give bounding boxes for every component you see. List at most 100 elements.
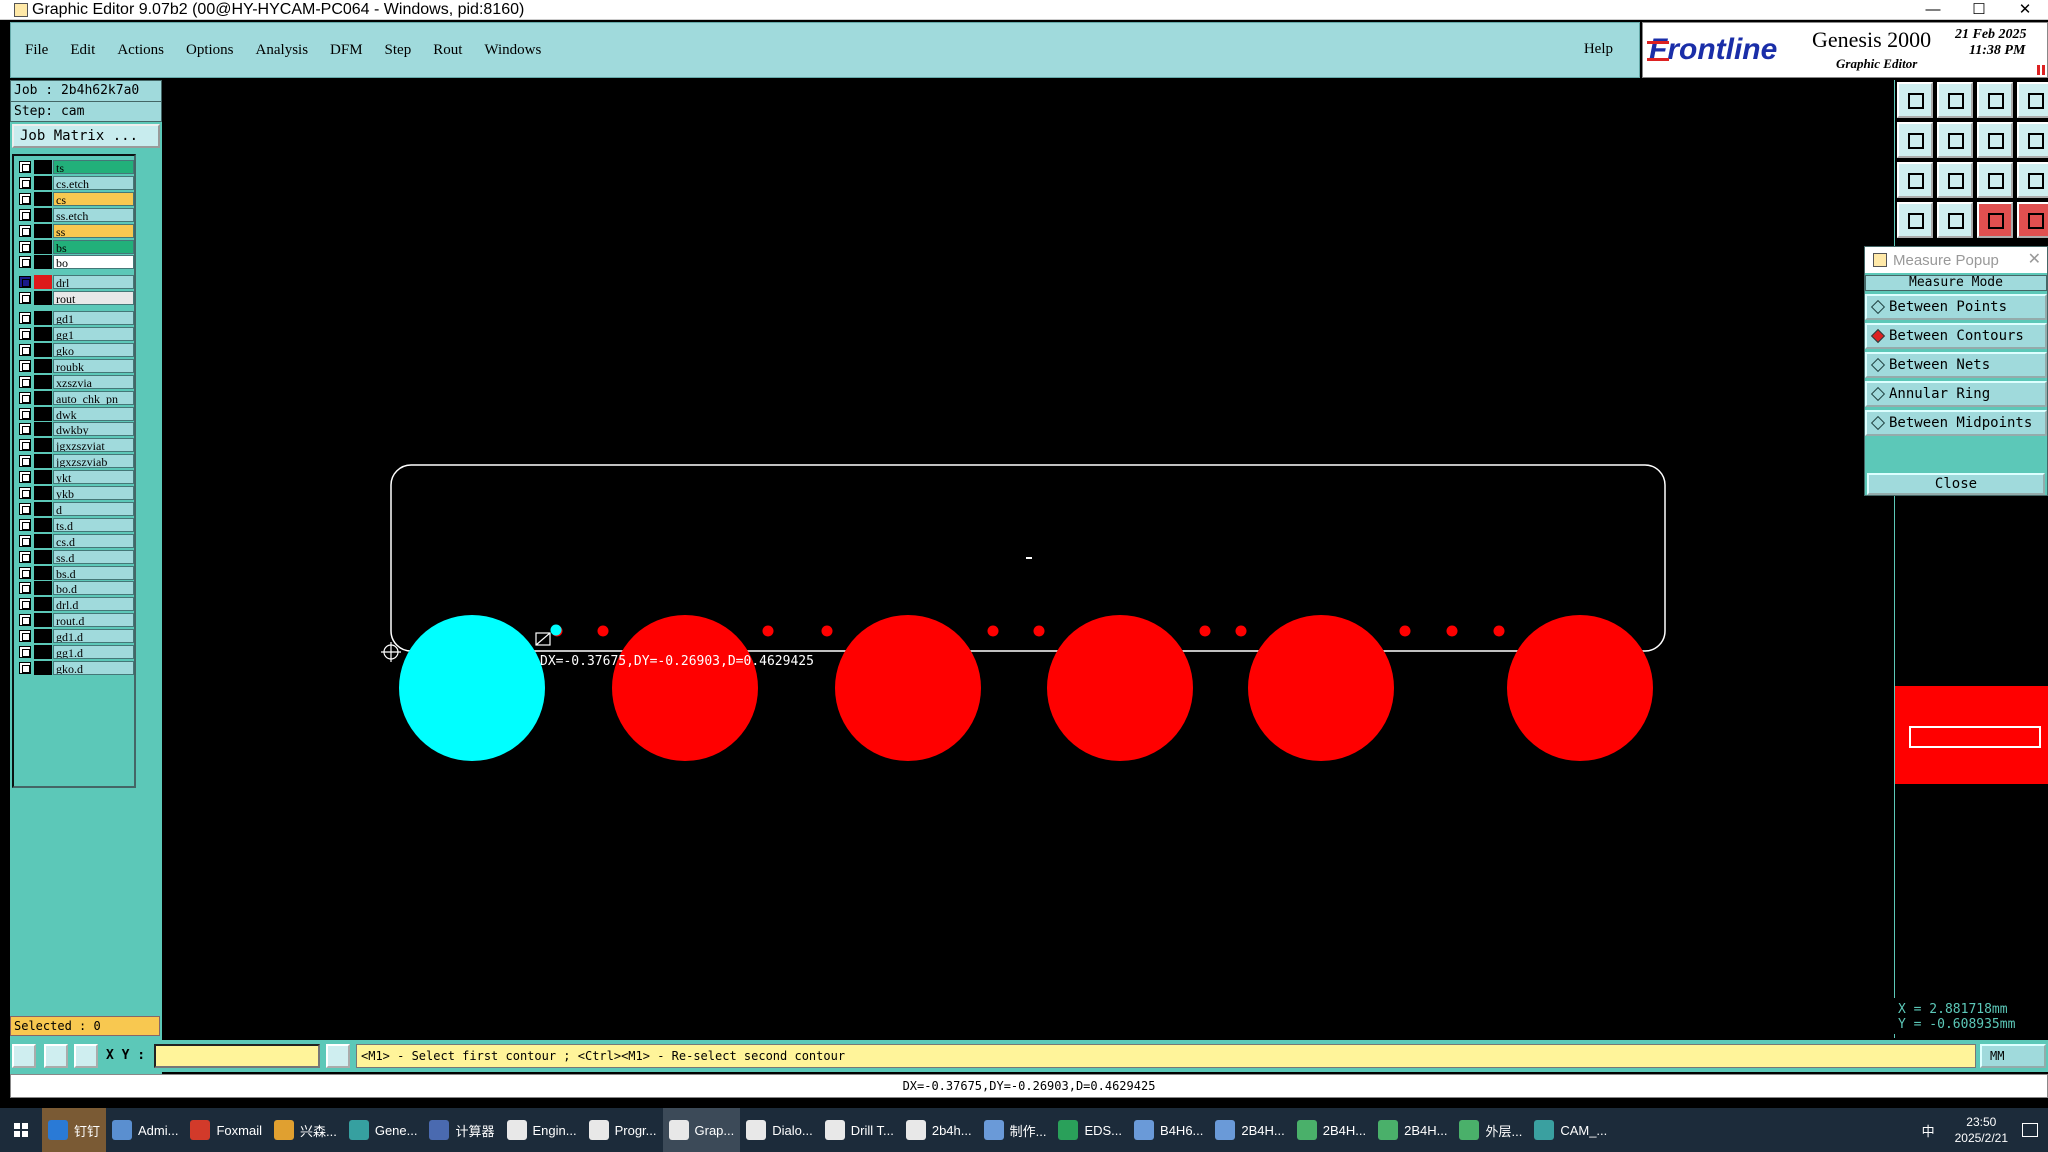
taskbar-app[interactable]: B4H6...	[1128, 1108, 1209, 1152]
grid-snap-icon[interactable]	[74, 1044, 98, 1068]
menu-windows[interactable]: Windows	[484, 42, 541, 59]
selected-via-hole[interactable]	[550, 624, 562, 636]
layer-color-swatch[interactable]	[34, 549, 52, 564]
layer-row[interactable]: d	[16, 501, 136, 516]
grid-icon[interactable]	[1937, 202, 1973, 238]
option-between-nets[interactable]: Between Nets	[1865, 352, 2047, 378]
layer-name[interactable]: ykb	[53, 486, 134, 500]
menu-edit[interactable]: Edit	[70, 42, 95, 59]
menu-analysis[interactable]: Analysis	[256, 42, 309, 59]
option-between-points[interactable]: Between Points	[1865, 294, 2047, 320]
layer-row[interactable]: cs.etch	[16, 175, 136, 190]
zoom-window-icon[interactable]	[2017, 82, 2048, 118]
menu-dfm[interactable]: DFM	[330, 42, 363, 59]
layer-color-swatch[interactable]	[34, 390, 52, 405]
layer-color-swatch[interactable]	[34, 486, 52, 500]
layer-color-swatch[interactable]	[34, 342, 52, 357]
layer-checkbox[interactable]	[19, 455, 31, 468]
layer-checkbox[interactable]	[19, 192, 31, 205]
taskbar-app[interactable]: Foxmail	[184, 1108, 268, 1152]
layer-checkbox[interactable]	[19, 240, 31, 253]
option-between-midpoints[interactable]: Between Midpoints	[1865, 410, 2047, 436]
layer-color-swatch[interactable]	[34, 175, 52, 190]
layer-row[interactable]: drl.d	[16, 597, 136, 612]
option-annular-ring[interactable]: Annular Ring	[1865, 381, 2047, 407]
layer-name[interactable]: rout	[53, 291, 134, 306]
maximize-button[interactable]: ☐	[1956, 0, 2002, 20]
layer-name[interactable]: ts	[53, 160, 134, 174]
layer-name[interactable]: bo	[53, 255, 134, 270]
layer-checkbox[interactable]	[19, 343, 31, 356]
layer-name[interactable]: dwkby	[53, 422, 134, 437]
minimap[interactable]	[1895, 686, 2048, 784]
layer-name[interactable]: bs	[53, 239, 134, 254]
layer-color-swatch[interactable]	[34, 597, 52, 612]
pan-left-icon[interactable]	[1897, 122, 1933, 158]
layer-checkbox[interactable]	[19, 487, 31, 499]
layer-row[interactable]: drl	[16, 275, 136, 290]
layer-row[interactable]: ykt	[16, 470, 136, 485]
layer-name[interactable]: gg1	[53, 327, 134, 341]
layer-name[interactable]: d	[53, 501, 134, 516]
layer-row[interactable]: ts	[16, 160, 136, 174]
layer-color-swatch[interactable]	[34, 629, 52, 644]
option-between-contours[interactable]: Between Contours	[1865, 323, 2047, 349]
layer-checkbox[interactable]	[19, 566, 31, 579]
via-hole[interactable]	[1446, 625, 1458, 637]
taskbar-app[interactable]: Admi...	[106, 1108, 184, 1152]
via-hole[interactable]	[1399, 625, 1411, 637]
layer-color-swatch[interactable]	[34, 565, 52, 580]
layer-row[interactable]: ss.d	[16, 549, 136, 564]
layer-name[interactable]: ts.d	[53, 517, 134, 532]
taskbar-app[interactable]: 2B4H...	[1291, 1108, 1372, 1152]
canvas-svg[interactable]: DX=-0.37675,DY=-0.26903,D=0.4629425	[162, 80, 1894, 1038]
layer-color-swatch[interactable]	[34, 470, 52, 485]
layer-name[interactable]: gg1.d	[53, 645, 134, 659]
taskbar-app[interactable]: 制作...	[978, 1108, 1053, 1152]
layer-color-swatch[interactable]	[34, 207, 52, 222]
layer-row[interactable]: roubk	[16, 358, 136, 373]
layer-name[interactable]: gko	[53, 342, 134, 357]
layer-checkbox[interactable]	[19, 518, 31, 531]
layer-color-swatch[interactable]	[34, 501, 52, 516]
selected-drill-hole[interactable]	[399, 615, 545, 761]
layer-row[interactable]: ss.etch	[16, 207, 136, 222]
layer-row[interactable]: gg1	[16, 327, 136, 341]
layer-name[interactable]: gko.d	[53, 660, 134, 675]
layer-color-swatch[interactable]	[34, 422, 52, 437]
xy-input[interactable]	[154, 1044, 320, 1068]
layer-name[interactable]: jgxzszviab	[53, 454, 134, 469]
layer-name[interactable]: auto_chk_pn	[53, 390, 134, 405]
layer-color-swatch[interactable]	[34, 517, 52, 532]
taskbar-app[interactable]: Grap...	[662, 1108, 741, 1152]
taskbar-app[interactable]: Gene...	[343, 1108, 424, 1152]
taskbar-app[interactable]: 2b4h...	[900, 1108, 978, 1152]
layer-name[interactable]: gd1.d	[53, 629, 134, 644]
menu-step[interactable]: Step	[385, 42, 412, 59]
measure-close-button[interactable]: Close	[1867, 473, 2045, 495]
layer-row[interactable]: xzszvia	[16, 374, 136, 389]
via-hole[interactable]	[762, 625, 774, 637]
layer-color-swatch[interactable]	[34, 255, 52, 270]
layer-name[interactable]: ss.d	[53, 549, 134, 564]
taskbar-app[interactable]: 2B4H...	[1372, 1108, 1453, 1152]
layer-row[interactable]: cs.d	[16, 533, 136, 548]
snap-icon[interactable]	[2017, 122, 2048, 158]
layer-checkbox[interactable]	[19, 534, 31, 547]
menu-options[interactable]: Options	[186, 42, 234, 59]
layer-checkbox[interactable]	[19, 439, 31, 452]
pan-right-icon[interactable]	[1937, 122, 1973, 158]
layer-color-swatch[interactable]	[34, 454, 52, 469]
taskbar-app[interactable]: 兴森...	[268, 1108, 343, 1152]
layer-color-swatch[interactable]	[34, 239, 52, 254]
layer-checkbox[interactable]	[19, 161, 31, 173]
layer-row[interactable]: jgxzszviab	[16, 454, 136, 469]
layer-color-swatch[interactable]	[34, 374, 52, 389]
info-icon[interactable]	[326, 1044, 350, 1068]
via-hole[interactable]	[1493, 625, 1505, 637]
layer-checkbox[interactable]	[19, 423, 31, 436]
layer-row[interactable]: bo	[16, 255, 136, 270]
layer-checkbox[interactable]	[19, 359, 31, 372]
help-icon[interactable]	[2017, 162, 2048, 198]
select-mode-icon[interactable]	[12, 1044, 36, 1068]
